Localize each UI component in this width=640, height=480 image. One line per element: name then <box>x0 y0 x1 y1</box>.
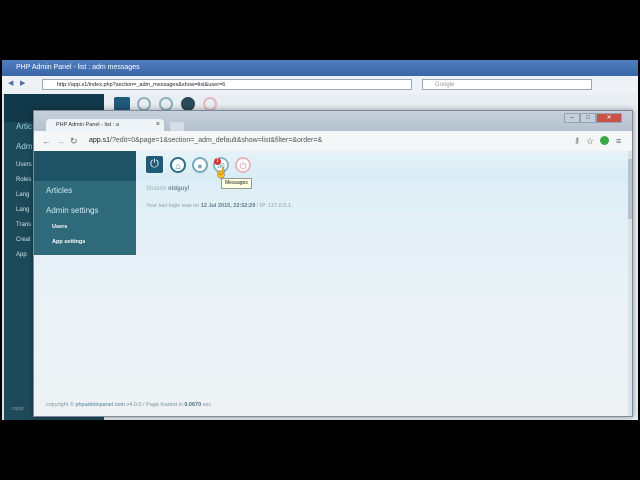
sidebar: Articles Admin settings Users App settin… <box>34 151 136 255</box>
last-login-ip-prefix: / IP: <box>255 203 269 209</box>
browser-window: PHP Admin Panel - list : a × – □ ✕ ← → ↻… <box>33 110 633 417</box>
background-home-icon[interactable] <box>137 97 151 111</box>
footer-unit: sec <box>201 402 212 408</box>
power-icon[interactable]: ⏻ <box>146 156 163 173</box>
key-icon[interactable]: ⚷ <box>574 135 580 147</box>
new-tab-button[interactable] <box>170 122 184 131</box>
background-sidebar-item[interactable]: App <box>16 252 27 258</box>
url-path: /?edit=0&page=1&section=_adm_default&sho… <box>110 137 323 144</box>
navigation-bar: ← → ↻ app.s1/?edit=0&page=1&section=_adm… <box>34 131 632 152</box>
last-login-ip: 127.0.0.1. <box>268 203 293 209</box>
background-search-field[interactable]: Google <box>422 79 592 90</box>
logout-icon[interactable]: ⏻ <box>235 157 251 173</box>
messages-tooltip: Messages <box>221 178 252 189</box>
greeting-username: oldguy! <box>168 186 190 192</box>
background-sidebar-item[interactable]: Trans <box>16 222 31 228</box>
background-sidebar-item[interactable]: Artic <box>16 122 32 131</box>
back-arrow-icon[interactable]: ◀ <box>8 79 13 87</box>
url-host: app.s1 <box>89 137 111 144</box>
forward-arrow-icon[interactable]: → <box>56 135 65 147</box>
maximize-icon[interactable]: □ <box>580 113 596 123</box>
background-sidebar-item[interactable]: Users <box>16 162 32 168</box>
background-window-titlebar: PHP Admin Panel - list : adm messages <box>2 60 638 76</box>
active-tab[interactable]: PHP Admin Panel - list : a × <box>46 119 164 131</box>
tab-title: PHP Admin Panel - list : a <box>56 122 119 128</box>
sidebar-header <box>34 151 136 181</box>
extension-icon[interactable] <box>600 136 609 145</box>
tab-close-icon[interactable]: × <box>156 119 160 131</box>
background-nav-bar: ◀ ▶ http://app.s1/index.php?section=_adm… <box>2 76 638 95</box>
background-logout-icon[interactable] <box>203 97 217 111</box>
page-footer: copyright © phpadminpanel.com v4.0.0 / P… <box>46 402 211 408</box>
pointer-cursor-icon: ☝ <box>215 168 228 179</box>
sidebar-item-articles[interactable]: Articles <box>46 186 72 195</box>
background-user-icon[interactable] <box>159 97 173 111</box>
footer-prefix: copyright © <box>46 402 76 408</box>
forward-arrow-icon[interactable]: ▶ <box>20 79 25 87</box>
background-sidebar-item[interactable]: Lang <box>16 207 29 213</box>
greeting-prefix: Shalom <box>146 186 169 192</box>
menu-icon[interactable]: ≡ <box>616 135 621 147</box>
sidebar-subitem-users[interactable]: Users <box>52 224 67 230</box>
background-url-field[interactable]: http://app.s1/index.php?section=_adm_mes… <box>42 79 412 90</box>
background-messages-icon[interactable] <box>181 97 195 111</box>
home-icon[interactable]: ⌂ <box>170 157 186 173</box>
sidebar-item-admin-settings[interactable]: Admin settings <box>46 206 98 215</box>
last-login-datetime: 12 Jul 2015, 22:52:29 <box>200 203 256 209</box>
address-bar[interactable]: app.s1/?edit=0&page=1&section=_adm_defau… <box>89 134 559 147</box>
user-icon[interactable]: ● <box>192 157 208 173</box>
reload-icon[interactable]: ↻ <box>70 135 78 147</box>
close-window-icon[interactable]: ✕ <box>596 113 622 123</box>
star-icon[interactable]: ☆ <box>586 135 594 147</box>
footer-site-link[interactable]: phpadminpanel.com <box>75 402 125 408</box>
footer-load-time: 0.0670 <box>184 402 202 408</box>
messages-badge: 1 <box>214 158 221 165</box>
last-login-text: Your last login was on 12 Jul 2015, 22:5… <box>146 203 293 209</box>
screen: { "back_window": { "title": "PHP Admin P… <box>0 0 640 480</box>
footer-version: v4.0.0 / Page loaded in <box>124 402 185 408</box>
page-content: Articles Admin settings Users App settin… <box>34 151 632 416</box>
background-sidebar-item[interactable]: Adm <box>16 142 32 151</box>
background-power-icon[interactable] <box>114 97 130 111</box>
background-window-title: PHP Admin Panel - list : adm messages <box>16 64 140 71</box>
sidebar-subitem-app-settings[interactable]: App settings <box>52 239 85 245</box>
tab-bar: PHP Admin Panel - list : a × – □ ✕ <box>34 111 632 131</box>
background-sidebar-item[interactable]: Lang <box>16 192 29 198</box>
back-arrow-icon[interactable]: ← <box>42 135 51 147</box>
scrollbar-thumb[interactable] <box>628 159 632 219</box>
minimize-icon[interactable]: – <box>564 113 580 123</box>
last-login-prefix: Your last login was on <box>146 203 201 209</box>
greeting-text: Shalom oldguy! <box>146 186 190 192</box>
background-sidebar-item[interactable]: Creat <box>16 237 31 243</box>
background-sidebar-item[interactable]: Roles <box>16 177 31 183</box>
background-footer: copyr <box>12 406 25 412</box>
